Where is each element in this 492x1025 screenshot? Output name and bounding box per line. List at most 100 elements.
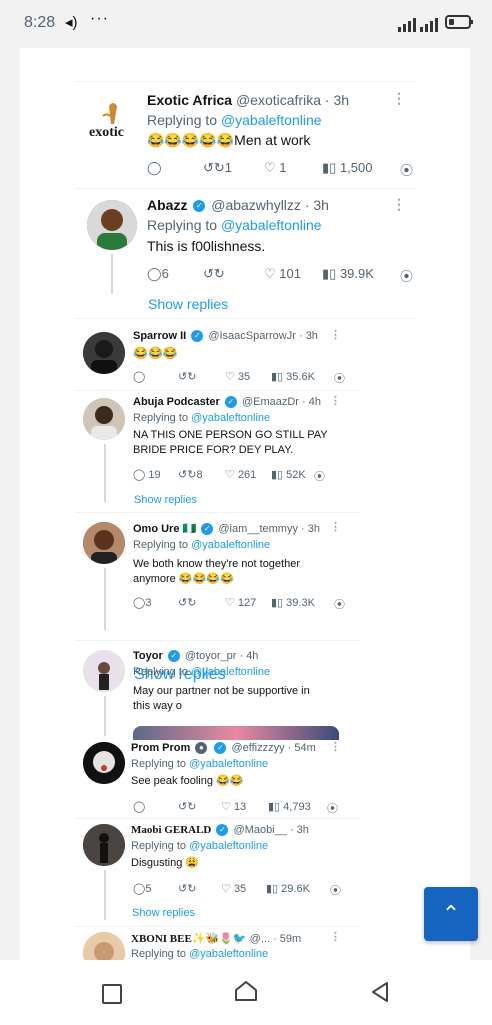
like-button[interactable]: ♡ 1 [264, 160, 287, 176]
retweet-button[interactable]: ↺↻1 [203, 160, 232, 176]
show-replies-link[interactable]: Show replies [148, 296, 228, 312]
author-name[interactable]: Prom Prom [131, 742, 190, 754]
tweet-time[interactable]: · 59m [273, 933, 301, 945]
tweet-time[interactable]: · 3h [299, 330, 318, 342]
avatar[interactable] [87, 200, 137, 250]
avatar[interactable] [83, 332, 125, 374]
show-replies-link[interactable]: Show replies [134, 494, 197, 506]
views-button[interactable]: ▮▯ 52K [271, 468, 306, 481]
retweet-button[interactable]: ↺↻8 [178, 468, 203, 481]
views-button[interactable]: ▮▯ 39.9K [322, 266, 374, 282]
tweet-abuja-podcaster[interactable]: Abuja Podcaster ✓ @EmaazDr · 4h ⋮ Replyi… [20, 390, 470, 512]
replying-to-link[interactable]: @yabaleftonline [189, 840, 268, 852]
author-name[interactable]: Toyor [133, 650, 163, 662]
tweet-xboni-bee[interactable]: XBONI BEE✨🐝🌷🐦 @... · 59m ⋮ Replying to @… [20, 926, 470, 960]
reply-button[interactable]: ◯6 [147, 266, 169, 282]
replying-to-link[interactable]: @yabaleftonline [221, 217, 322, 233]
more-options-icon[interactable]: ⋮ [392, 196, 406, 213]
tweet-sparrow[interactable]: Sparrow II ✓ @IsaacSparrowJr · 3h ⋮ 😂😂😂 … [20, 318, 470, 390]
author-name[interactable]: Maobi GERALD [131, 824, 211, 836]
more-options-icon[interactable]: ⋮ [392, 90, 406, 107]
views-button[interactable]: ▮▯ 1,500 [322, 160, 372, 176]
share-icon[interactable]: ⦿ [334, 370, 345, 386]
more-options-icon[interactable]: ⋮ [330, 328, 341, 341]
author-name[interactable]: Abazz [147, 197, 187, 213]
replying-to-link[interactable]: @yabaleftonline [189, 948, 268, 960]
reply-button[interactable]: ◯3 [133, 596, 151, 609]
more-options-icon[interactable]: ⋮ [330, 930, 341, 943]
retweet-icon[interactable]: ↺↻ [178, 596, 196, 609]
author-name[interactable]: Exotic Africa [147, 92, 232, 108]
reply-icon[interactable]: ◯ [147, 160, 162, 176]
author-handle[interactable]: @abazwhyllzz [211, 197, 301, 213]
tweet-abazz[interactable]: Abazz ✓ @abazwhyllzz · 3h ⋮ Replying to … [20, 188, 470, 318]
share-icon[interactable]: ⦿ [314, 468, 325, 484]
author-handle[interactable]: @effizzzyy [231, 742, 284, 754]
reply-button[interactable]: ◯5 [133, 882, 151, 895]
tweet-time[interactable]: · 3h [325, 92, 349, 108]
show-replies-link[interactable]: Show replies [132, 907, 195, 919]
author-name[interactable]: XBONI BEE✨🐝🌷🐦 [131, 933, 247, 945]
reply-icon[interactable]: ◯ [133, 370, 145, 383]
share-icon[interactable]: ⦿ [330, 882, 341, 898]
author-handle[interactable]: @... [250, 933, 270, 945]
avatar[interactable] [83, 398, 125, 440]
avatar[interactable] [83, 932, 125, 960]
like-button[interactable]: ♡ 261 [225, 468, 256, 481]
back-icon[interactable] [370, 981, 390, 1003]
author-name[interactable]: Omo Ure 🇳🇬 [133, 523, 196, 535]
more-options-icon[interactable]: ⋮ [330, 740, 341, 753]
like-button[interactable]: ♡ 35 [221, 882, 246, 895]
views-button[interactable]: ▮▯ 4,793 [268, 800, 311, 813]
avatar[interactable] [83, 824, 125, 866]
tweet-time[interactable]: · 4h [302, 396, 321, 408]
author-handle[interactable]: @EmaazDr [242, 396, 299, 408]
tweet-exotic-africa[interactable]: exotic Exotic Africa @exoticafrika · 3h … [20, 48, 470, 188]
tweet-prom-prom[interactable]: Prom Prom ● ✓ @effizzzyy · 54m ⋮ Replyin… [20, 736, 470, 818]
tweet-time[interactable]: · 3h [290, 824, 309, 836]
retweet-icon[interactable]: ↺↻ [203, 266, 225, 282]
share-icon[interactable]: ⦿ [400, 266, 413, 285]
more-options-icon[interactable]: ⋮ [330, 394, 341, 407]
tweet-toyor[interactable]: Toyor ✓ @toyor_pr · 4h Replying to @yaba… [20, 640, 470, 740]
tweet-time[interactable]: · 3h [305, 197, 329, 213]
replying-to-link[interactable]: @yabaleftonline [191, 666, 270, 678]
like-button[interactable]: ♡ 35 [225, 370, 250, 383]
author-handle[interactable]: @iam__temmyy [218, 523, 298, 535]
author-handle[interactable]: @Maobi__ [234, 824, 287, 836]
retweet-icon[interactable]: ↺↻ [178, 882, 196, 895]
like-button[interactable]: ♡ 13 [221, 800, 246, 813]
replying-to-link[interactable]: @yabaleftonline [191, 412, 270, 424]
author-handle[interactable]: @exoticafrika [236, 92, 321, 108]
author-name[interactable]: Sparrow II [133, 330, 186, 342]
avatar[interactable] [83, 650, 125, 692]
replying-to-link[interactable]: @yabaleftonline [221, 112, 322, 128]
views-button[interactable]: ▮▯ 29.6K [266, 882, 310, 895]
replying-to-link[interactable]: @yabaleftonline [191, 539, 270, 551]
like-button[interactable]: ♡ 127 [225, 596, 256, 609]
home-icon[interactable] [234, 980, 258, 1002]
avatar[interactable] [83, 522, 125, 564]
avatar[interactable] [83, 742, 125, 784]
scroll-to-top-button[interactable]: ⌃ [424, 887, 478, 941]
more-options-icon[interactable]: ⋮ [330, 520, 341, 533]
tweet-time[interactable]: · 54m [288, 742, 316, 754]
replying-to-link[interactable]: @yabaleftonline [189, 758, 268, 770]
retweet-icon[interactable]: ↺↻ [178, 370, 196, 383]
views-button[interactable]: ▮▯ 35.6K [271, 370, 315, 383]
views-button[interactable]: ▮▯ 39.3K [271, 596, 315, 609]
share-icon[interactable]: ⦿ [400, 160, 413, 179]
reply-icon[interactable]: ◯ [133, 800, 145, 813]
tweet-maobi[interactable]: Maobi GERALD ✓ @Maobi__ · 3h Replying to… [20, 818, 470, 926]
tweet-time[interactable]: · 4h [239, 650, 258, 662]
share-icon[interactable]: ⦿ [334, 596, 345, 612]
tweet-time[interactable]: · 3h [301, 523, 320, 535]
recent-apps-icon[interactable] [102, 984, 122, 1004]
like-button[interactable]: ♡ 101 [264, 266, 301, 282]
author-handle[interactable]: @toyor_pr [185, 650, 237, 662]
reply-button[interactable]: ◯ 19 [133, 468, 161, 481]
share-icon[interactable]: ⦿ [327, 800, 338, 816]
tweet-omo-ure[interactable]: Omo Ure 🇳🇬 ✓ @iam__temmyy · 3h ⋮ Replyin… [20, 512, 470, 683]
author-handle[interactable]: @IsaacSparrowJr [208, 330, 296, 342]
retweet-icon[interactable]: ↺↻ [178, 800, 196, 813]
